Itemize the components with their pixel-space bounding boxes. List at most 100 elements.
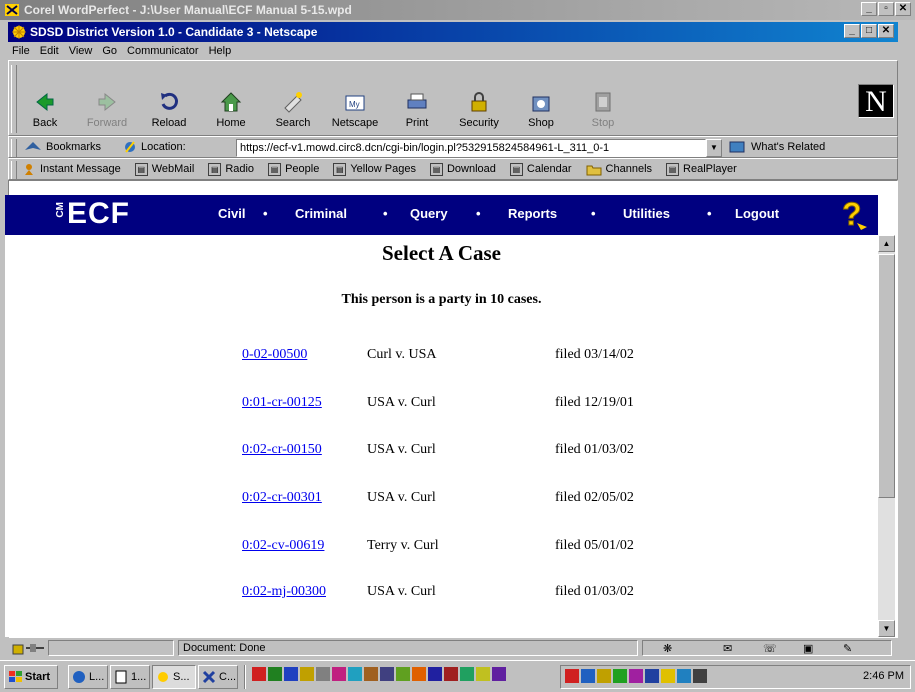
tray-app-icon[interactable]: [460, 667, 474, 681]
netscape-button[interactable]: My Netscape: [324, 82, 386, 132]
tray-icon[interactable]: [565, 669, 579, 683]
netscape-logo[interactable]: N: [858, 84, 894, 118]
start-button[interactable]: Start: [4, 665, 58, 689]
ecf-logo[interactable]: CM ECF: [55, 197, 130, 231]
menu-edit[interactable]: Edit: [40, 45, 59, 57]
menu-communicator[interactable]: Communicator: [127, 45, 199, 57]
tray-app-icon[interactable]: [300, 667, 314, 681]
tray-app-icon[interactable]: [396, 667, 410, 681]
people-link[interactable]: ▤ People: [268, 162, 319, 176]
tray-icon[interactable]: [581, 669, 595, 683]
calendar-link[interactable]: ▤ Calendar: [509, 162, 572, 176]
menu-file[interactable]: File: [12, 45, 30, 57]
taskbar-app-document[interactable]: 1...: [110, 665, 150, 689]
forward-button[interactable]: Forward: [76, 82, 138, 132]
scroll-thumb[interactable]: [878, 254, 895, 498]
back-button[interactable]: Back: [14, 82, 76, 132]
nav-logout[interactable]: Logout: [735, 206, 779, 221]
ns-close-button[interactable]: ✕: [878, 24, 894, 38]
realplayer-link[interactable]: ▤ RealPlayer: [666, 162, 737, 176]
case-number-link[interactable]: 0-02-00500: [242, 347, 307, 363]
nav-reports[interactable]: Reports: [508, 206, 557, 221]
tray-app-icon[interactable]: [252, 667, 266, 681]
tray-icon[interactable]: [597, 669, 611, 683]
stop-button[interactable]: Stop: [572, 82, 634, 132]
instant-message-label: Instant Message: [40, 163, 121, 175]
home-button[interactable]: Home: [200, 82, 262, 132]
menu-help[interactable]: Help: [209, 45, 232, 57]
download-link[interactable]: ▤ Download: [429, 162, 496, 176]
case-number-link[interactable]: 0:01-cr-00125: [242, 395, 322, 411]
url-dropdown-button[interactable]: ▼: [706, 139, 722, 157]
url-field[interactable]: https://ecf-v1.mowd.circ8.dcn/cgi-bin/lo…: [236, 139, 706, 157]
back-label: Back: [32, 117, 58, 129]
menu-view[interactable]: View: [69, 45, 93, 57]
vertical-scrollbar[interactable]: ▲ ▼: [878, 235, 895, 637]
tray-app-icon[interactable]: [476, 667, 490, 681]
taskbar-app-browser[interactable]: L...: [68, 665, 108, 689]
search-button[interactable]: Search: [262, 82, 324, 132]
close-button[interactable]: ✕: [895, 2, 911, 16]
nav-civil[interactable]: Civil: [218, 206, 245, 221]
help-question-icon[interactable]: ?: [839, 197, 869, 231]
tray-app-icon[interactable]: [316, 667, 330, 681]
security-button[interactable]: Security: [448, 82, 510, 132]
menu-go[interactable]: Go: [102, 45, 117, 57]
tray-icon[interactable]: [661, 669, 675, 683]
tray-app-icon[interactable]: [348, 667, 362, 681]
taskbar-app-netscape[interactable]: S...: [152, 665, 196, 689]
ns-minimize-button[interactable]: _: [844, 24, 860, 38]
tray-app-icon[interactable]: [284, 667, 298, 681]
mail-icon[interactable]: ✉: [723, 642, 732, 655]
nav-criminal[interactable]: Criminal: [295, 206, 347, 221]
bookmarks-button[interactable]: Bookmarks: [23, 140, 101, 154]
channels-link[interactable]: Channels: [586, 163, 652, 176]
address-book-icon[interactable]: ▣: [803, 642, 813, 655]
reload-button[interactable]: Reload: [138, 82, 200, 132]
home-icon: [220, 92, 242, 112]
minimize-button[interactable]: _: [861, 2, 877, 16]
location-grip[interactable]: [11, 139, 17, 157]
tray-app-icon[interactable]: [268, 667, 282, 681]
nav-query[interactable]: Query: [410, 206, 448, 221]
tray-app-icon[interactable]: [332, 667, 346, 681]
wordperfect-title-bar[interactable]: Corel WordPerfect - J:\User Manual\ECF M…: [0, 0, 915, 20]
navigator-icon[interactable]: ❋: [663, 642, 672, 655]
tray-icon[interactable]: [629, 669, 643, 683]
tray-app-icon[interactable]: [380, 667, 394, 681]
netscape-title-bar[interactable]: SDSD District Version 1.0 - Candidate 3 …: [8, 22, 898, 42]
case-number-link[interactable]: 0:02-cv-00619: [242, 538, 324, 554]
tray-icon[interactable]: [677, 669, 691, 683]
case-number-link[interactable]: 0:02-cr-00150: [242, 442, 322, 458]
tray-app-icon[interactable]: [444, 667, 458, 681]
bookmark-page-icon: ▤: [666, 162, 680, 176]
tray-app-icon[interactable]: [412, 667, 426, 681]
tray-app-icon[interactable]: [428, 667, 442, 681]
tray-app-icon[interactable]: [364, 667, 378, 681]
clock[interactable]: 2:46 PM: [863, 670, 904, 682]
scroll-down-button[interactable]: ▼: [878, 620, 895, 637]
instant-message-link[interactable]: Instant Message: [23, 163, 121, 176]
tray-icon[interactable]: [693, 669, 707, 683]
tray-app-icon[interactable]: [492, 667, 506, 681]
tray-icon[interactable]: [613, 669, 627, 683]
newsgroups-icon[interactable]: ☏: [763, 642, 777, 655]
radio-link[interactable]: ▤ Radio: [208, 162, 254, 176]
security-status-icon[interactable]: [12, 641, 46, 655]
search-icon: [284, 92, 302, 113]
nav-utilities[interactable]: Utilities: [623, 206, 670, 221]
ns-maximize-button[interactable]: □: [861, 24, 877, 38]
tray-icon[interactable]: [645, 669, 659, 683]
yellow-pages-link[interactable]: ▤ Yellow Pages: [333, 162, 416, 176]
personal-grip[interactable]: [11, 161, 17, 179]
whats-related-button[interactable]: What's Related: [729, 140, 825, 154]
composer-icon[interactable]: ✎: [843, 642, 852, 655]
case-number-link[interactable]: 0:02-mj-00300: [242, 584, 326, 600]
print-button[interactable]: Print: [386, 82, 448, 132]
case-number-link[interactable]: 0:02-cr-00301: [242, 490, 322, 506]
taskbar-app-corel[interactable]: C...: [198, 665, 238, 689]
webmail-link[interactable]: ▤ WebMail: [134, 162, 194, 176]
scroll-up-button[interactable]: ▲: [878, 235, 895, 252]
restore-button[interactable]: ▫: [878, 2, 894, 16]
shop-button[interactable]: Shop: [510, 82, 572, 132]
